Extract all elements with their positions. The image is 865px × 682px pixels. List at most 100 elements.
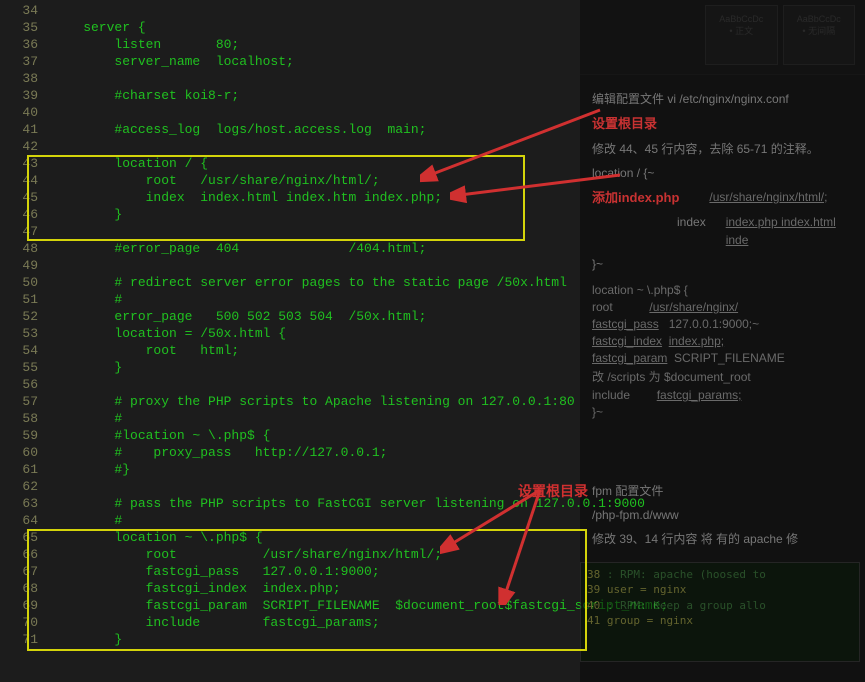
code-line[interactable]: 43 location / { [0, 155, 580, 172]
code-text[interactable] [52, 2, 580, 19]
code-line[interactable]: 41 #access_log logs/host.access.log main… [0, 121, 580, 138]
code-text[interactable]: # proxy_pass http://127.0.0.1; [52, 444, 580, 461]
code-line[interactable]: 42 [0, 138, 580, 155]
code-text[interactable]: #error_page 404 /404.html; [52, 240, 580, 257]
code-text[interactable]: #charset koi8-r; [52, 87, 580, 104]
code-line[interactable]: 57 # proxy the PHP scripts to Apache lis… [0, 393, 580, 410]
code-text[interactable] [52, 257, 580, 274]
anno-loc-open: location / {~ [592, 164, 857, 182]
code-line[interactable]: 51 # [0, 291, 580, 308]
code-text[interactable]: include fastcgi_params; [52, 614, 580, 631]
code-line[interactable]: 60 # proxy_pass http://127.0.0.1; [0, 444, 580, 461]
code-text[interactable]: #location ~ \.php$ { [52, 427, 580, 444]
line-number: 65 [0, 529, 52, 546]
code-line[interactable]: 37 server_name localhost; [0, 53, 580, 70]
line-number: 41 [0, 121, 52, 138]
code-text[interactable]: fastcgi_pass 127.0.0.1:9000; [52, 563, 580, 580]
code-line[interactable]: 54 root html; [0, 342, 580, 359]
code-line[interactable]: 49 [0, 257, 580, 274]
code-line[interactable]: 48 #error_page 404 /404.html; [0, 240, 580, 257]
line-number: 56 [0, 376, 52, 393]
code-text[interactable]: location / { [52, 155, 580, 172]
code-line[interactable]: 44 root /usr/share/nginx/html/; [0, 172, 580, 189]
line-number: 71 [0, 631, 52, 648]
anno-index-list: index.php index.html inde [726, 213, 857, 249]
line-number: 53 [0, 325, 52, 342]
code-text[interactable]: location = /50x.html { [52, 325, 580, 342]
code-line[interactable]: 62 [0, 478, 580, 495]
code-line[interactable]: 39 #charset koi8-r; [0, 87, 580, 104]
anno-root-path: /usr/share/nginx/html/; [709, 188, 827, 208]
code-line[interactable]: 40 [0, 104, 580, 121]
code-text[interactable]: } [52, 359, 580, 376]
code-text[interactable] [52, 70, 580, 87]
line-number: 45 [0, 189, 52, 206]
code-text[interactable]: # [52, 291, 580, 308]
code-line[interactable]: 59 #location ~ \.php$ { [0, 427, 580, 444]
code-text[interactable]: # [52, 512, 580, 529]
code-line[interactable]: 71 } [0, 631, 580, 648]
code-text[interactable]: # proxy the PHP scripts to Apache listen… [52, 393, 580, 410]
code-text[interactable]: # [52, 410, 580, 427]
code-text[interactable] [52, 104, 580, 121]
float-label-root: 设置根目录 [518, 481, 588, 501]
code-text[interactable]: root html; [52, 342, 580, 359]
code-line[interactable]: 35 server { [0, 19, 580, 36]
code-line[interactable]: 66 root /usr/share/nginx/html/; [0, 546, 580, 563]
code-text[interactable] [52, 376, 580, 393]
code-text[interactable]: #access_log logs/host.access.log main; [52, 121, 580, 138]
code-text[interactable]: error_page 500 502 503 504 /50x.html; [52, 308, 580, 325]
anno-php-block: location ~ \.php$ { root /usr/share/ngin… [592, 283, 857, 419]
code-text[interactable] [52, 138, 580, 155]
code-line[interactable]: 50 # redirect server error pages to the … [0, 274, 580, 291]
code-line[interactable]: 69 fastcgi_param SCRIPT_FILENAME $docume… [0, 597, 580, 614]
code-line[interactable]: 61 #} [0, 461, 580, 478]
line-number: 34 [0, 2, 52, 19]
line-number: 37 [0, 53, 52, 70]
code-line[interactable]: 56 [0, 376, 580, 393]
code-text[interactable]: server_name localhost; [52, 53, 580, 70]
code-text[interactable]: root /usr/share/nginx/html/; [52, 546, 580, 563]
anno-label-root: 设置根目录 [592, 114, 857, 134]
code-line[interactable]: 36 listen 80; [0, 36, 580, 53]
code-text[interactable] [52, 478, 580, 495]
code-line[interactable]: 58 # [0, 410, 580, 427]
code-line[interactable]: 63 # pass the PHP scripts to FastCGI ser… [0, 495, 580, 512]
code-editor[interactable]: 3435 server {36 listen 80;37 server_name… [0, 0, 580, 682]
line-number: 63 [0, 495, 52, 512]
code-text[interactable]: fastcgi_index index.php; [52, 580, 580, 597]
code-line[interactable]: 64 # [0, 512, 580, 529]
line-number: 35 [0, 19, 52, 36]
line-number: 67 [0, 563, 52, 580]
code-text[interactable]: #} [52, 461, 580, 478]
code-line[interactable]: 67 fastcgi_pass 127.0.0.1:9000; [0, 563, 580, 580]
code-line[interactable]: 46 } [0, 206, 580, 223]
line-number: 38 [0, 70, 52, 87]
code-text[interactable]: fastcgi_param SCRIPT_FILENAME $document_… [52, 597, 668, 614]
line-number: 70 [0, 614, 52, 631]
code-line[interactable]: 38 [0, 70, 580, 87]
code-line[interactable]: 65 location ~ \.php$ { [0, 529, 580, 546]
code-text[interactable]: root /usr/share/nginx/html/; [52, 172, 580, 189]
code-line[interactable]: 47 [0, 223, 580, 240]
code-line[interactable]: 52 error_page 500 502 503 504 /50x.html; [0, 308, 580, 325]
code-text[interactable]: location ~ \.php$ { [52, 529, 580, 546]
code-line[interactable]: 53 location = /50x.html { [0, 325, 580, 342]
code-text[interactable]: } [52, 631, 580, 648]
anno-label-index: 添加index.php [592, 188, 679, 208]
line-number: 62 [0, 478, 52, 495]
code-text[interactable]: # redirect server error pages to the sta… [52, 274, 580, 291]
code-text[interactable]: } [52, 206, 580, 223]
code-line[interactable]: 68 fastcgi_index index.php; [0, 580, 580, 597]
code-line[interactable]: 55 } [0, 359, 580, 376]
line-number: 68 [0, 580, 52, 597]
line-number: 51 [0, 291, 52, 308]
code-line[interactable]: 45 index index.html index.htm index.php; [0, 189, 580, 206]
code-text[interactable]: listen 80; [52, 36, 580, 53]
code-text[interactable]: server { [52, 19, 580, 36]
code-text[interactable]: index index.html index.htm index.php; [52, 189, 580, 206]
code-line[interactable]: 34 [0, 2, 580, 19]
code-line[interactable]: 70 include fastcgi_params; [0, 614, 580, 631]
line-number: 57 [0, 393, 52, 410]
code-text[interactable] [52, 223, 580, 240]
